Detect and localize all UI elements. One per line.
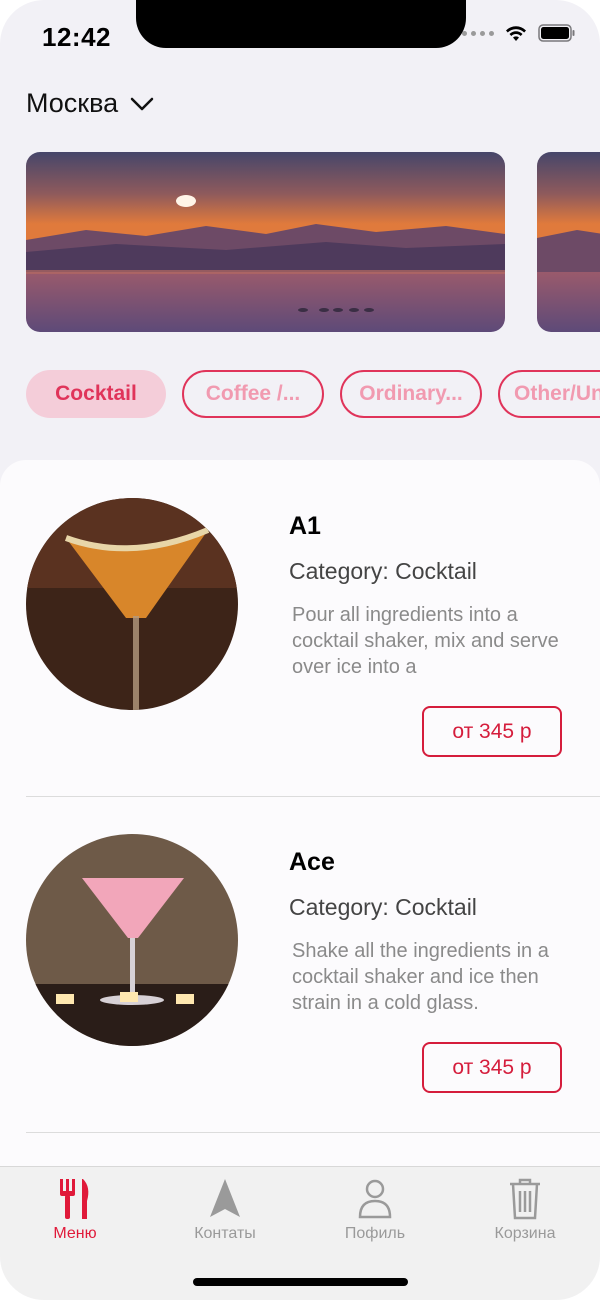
tab-contacts[interactable]: Контаты (150, 1177, 300, 1243)
product-title: Ace (289, 848, 335, 876)
tab-label: Корзина (494, 1225, 556, 1242)
chip-cocktail[interactable]: Cocktail (26, 370, 166, 418)
tab-label: Меню (53, 1225, 97, 1242)
product-image (26, 834, 238, 1046)
status-icons (462, 24, 576, 42)
tab-label: Пофиль (344, 1225, 406, 1242)
city-label: Москва (26, 88, 119, 118)
divider (26, 1132, 600, 1133)
promo-banner-next[interactable] (537, 152, 600, 332)
wifi-icon (506, 26, 526, 41)
promo-banner[interactable] (26, 152, 505, 332)
status-time: 12:42 (42, 22, 111, 52)
tab-profile[interactable]: Пофиль (300, 1177, 450, 1243)
chip-ordinary[interactable]: Ordinary... (340, 370, 482, 418)
battery-icon (538, 24, 575, 42)
trash-icon (510, 1178, 540, 1220)
product-category: Category: Cocktail (289, 894, 477, 920)
navigation-arrow-icon (210, 1179, 240, 1217)
product-category: Category: Cocktail (289, 558, 477, 584)
chip-other[interactable]: Other/Un (498, 370, 600, 418)
price-button[interactable]: от 345 р (422, 1042, 562, 1093)
person-icon (358, 1179, 392, 1219)
device-notch (136, 0, 466, 48)
tab-cart[interactable]: Корзина (450, 1177, 600, 1243)
product-description: Shake all the ingredients in a cocktail … (292, 940, 549, 1014)
list-item[interactable]: Ace Category: Cocktail Shake all the ing… (0, 796, 600, 1132)
product-image (26, 498, 238, 710)
tab-menu[interactable]: Меню (0, 1177, 150, 1243)
chip-coffee[interactable]: Coffee /... (182, 370, 324, 418)
signal-icon (462, 30, 494, 36)
tab-label: Контаты (194, 1225, 256, 1242)
city-selector[interactable]: Москва (26, 88, 154, 119)
app-screen: 12:42 Москва Cocktail Coffee /... Ordina… (0, 0, 600, 1300)
chevron-down-icon (130, 97, 154, 110)
product-description: Pour all ingredients into a cocktail sha… (292, 604, 559, 678)
list-item[interactable]: A1 Category: Cocktail Pour all ingredien… (0, 460, 600, 796)
fork-knife-icon (60, 1179, 89, 1219)
product-title: A1 (289, 512, 321, 540)
price-button[interactable]: от 345 р (422, 706, 562, 757)
category-chips: Cocktail Coffee /... Ordinary... Other/U… (26, 370, 600, 418)
home-indicator[interactable] (193, 1278, 408, 1286)
